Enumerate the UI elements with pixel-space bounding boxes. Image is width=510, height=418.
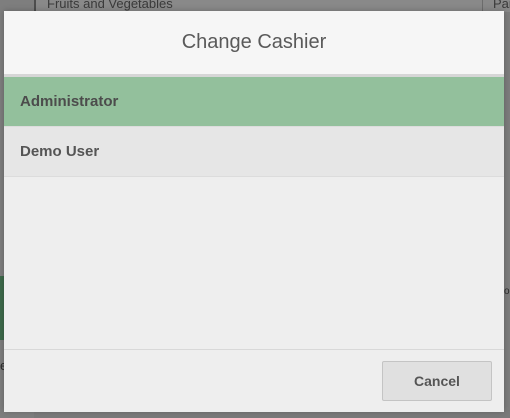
cashier-item-administrator[interactable]: Administrator bbox=[4, 77, 504, 127]
background-right-fragment: o bbox=[504, 286, 510, 297]
background-right-tab-label: Par bbox=[493, 0, 510, 11]
dialog-header: Change Cashier bbox=[4, 11, 504, 77]
change-cashier-dialog: Change Cashier Administrator Demo User C… bbox=[4, 11, 504, 412]
dialog-footer: Cancel bbox=[4, 349, 504, 412]
cashier-list: Administrator Demo User bbox=[4, 77, 504, 177]
background-category-tab: Fruits and Vegetables bbox=[47, 0, 173, 11]
dialog-title: Change Cashier bbox=[181, 31, 327, 53]
cashier-item-demo-user[interactable]: Demo User bbox=[4, 127, 504, 177]
background-right-edge bbox=[504, 12, 510, 418]
cancel-button[interactable]: Cancel bbox=[382, 361, 492, 401]
